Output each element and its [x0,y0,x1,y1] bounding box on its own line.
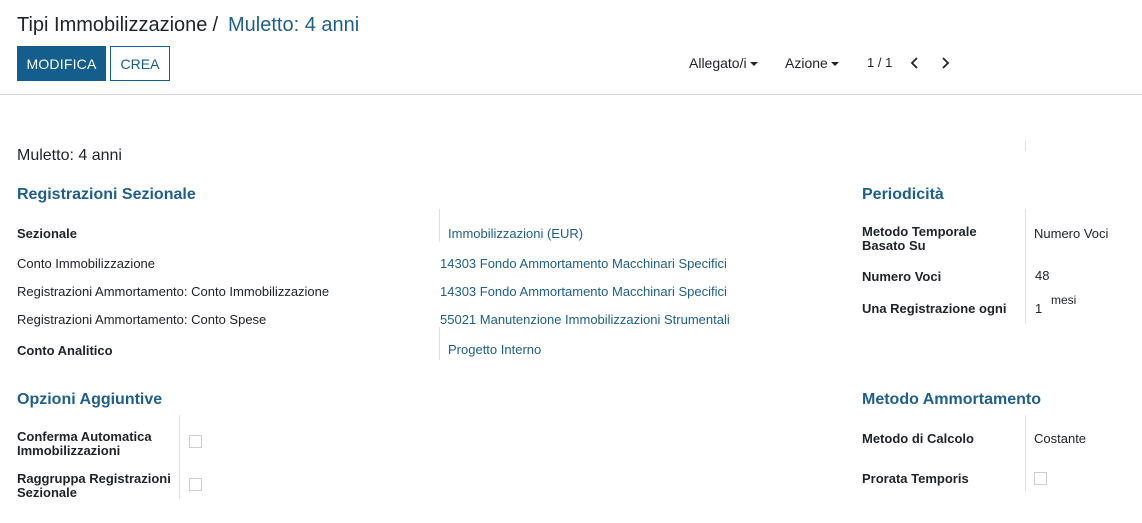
one-entry-every-field[interactable]: 1 [1035,301,1042,316]
action-dropdown[interactable]: Azione [785,55,839,71]
auto-confirm-label: Conferma Automatica Immobilizzazioni [17,429,152,458]
chevron-left-icon [910,57,918,69]
section-title-additional-options: Opzioni Aggiuntive [17,391,163,408]
attachments-dropdown-label: Allegato/i [689,55,747,71]
number-of-entries-label: Numero Voci [862,269,942,284]
pager-next-button[interactable] [937,53,953,73]
journal-field[interactable]: Immobilizzazioni (EUR) [448,226,583,241]
auto-confirm-checkbox[interactable] [189,435,202,448]
dep-asset-account-label: Registrazioni Ammortamento: Conto Immobi… [17,284,330,299]
journal-label: Sezionale [17,226,77,241]
create-button[interactable]: CREA [110,46,170,81]
prorata-temporis-label: Prorata Temporis [862,471,969,486]
control-panel: Tipi Immobilizzazione / Muletto: 4 anni MO… [0,0,1142,95]
field-separator [1025,141,1026,151]
group-entries-checkbox[interactable] [189,478,202,491]
group-entries-label: Raggruppa Registrazioni Sezionale [17,471,171,500]
form-title: Muletto: 4 anni [17,147,122,164]
asset-account-field[interactable]: 14303 Fondo Ammortamento Macchinari Spec… [440,256,727,271]
analytic-account-label: Conto Analitico [17,343,113,358]
pager-value[interactable]: 1 / 1 [867,55,892,70]
caret-down-icon [749,62,758,67]
prorata-temporis-checkbox[interactable] [1034,472,1047,485]
field-separator [439,209,440,242]
section-title-journal: Registrazioni Sezionale [17,186,196,203]
analytic-account-field[interactable]: Progetto Interno [448,342,541,357]
field-separator [179,415,180,499]
breadcrumb-current: Muletto: 4 anni [228,14,360,36]
number-of-entries-field[interactable]: 48 [1035,268,1049,283]
one-entry-every-unit: mesi [1051,293,1077,307]
dep-expense-account-field[interactable]: 55021 Manutenzione Immobilizzazioni Stru… [440,312,730,327]
section-title-depreciation-method: Metodo Ammortamento [862,391,1041,408]
attachments-dropdown[interactable]: Allegato/i [689,55,758,71]
edit-button[interactable]: MODIFICA [17,46,106,81]
chevron-right-icon [942,57,950,69]
breadcrumb: Tipi Immobilizzazione / Muletto: 4 anni [17,14,359,37]
section-title-periodicity: Periodicità [862,186,944,203]
caret-down-icon [830,62,839,67]
dep-asset-account-field[interactable]: 14303 Fondo Ammortamento Macchinari Spec… [440,284,727,299]
action-dropdown-label: Azione [785,55,828,71]
dep-expense-account-label: Registrazioni Ammortamento: Conto Spese [17,312,267,327]
time-method-field[interactable]: Numero Voci [1034,226,1108,241]
time-method-label: Metodo Temporale Basato Su [862,224,977,253]
one-entry-every-label: Una Registrazione ogni [862,301,1007,316]
computation-method-label: Metodo di Calcolo [862,431,974,446]
asset-account-label: Conto Immobilizzazione [17,256,156,271]
field-separator [1025,209,1026,324]
field-separator [1025,415,1026,491]
pager-previous-button[interactable] [907,53,923,73]
computation-method-field[interactable]: Costante [1034,431,1086,446]
breadcrumb-separator: / [212,14,218,36]
field-separator [439,327,440,360]
breadcrumb-parent-link[interactable]: Tipi Immobilizzazione [17,14,207,36]
